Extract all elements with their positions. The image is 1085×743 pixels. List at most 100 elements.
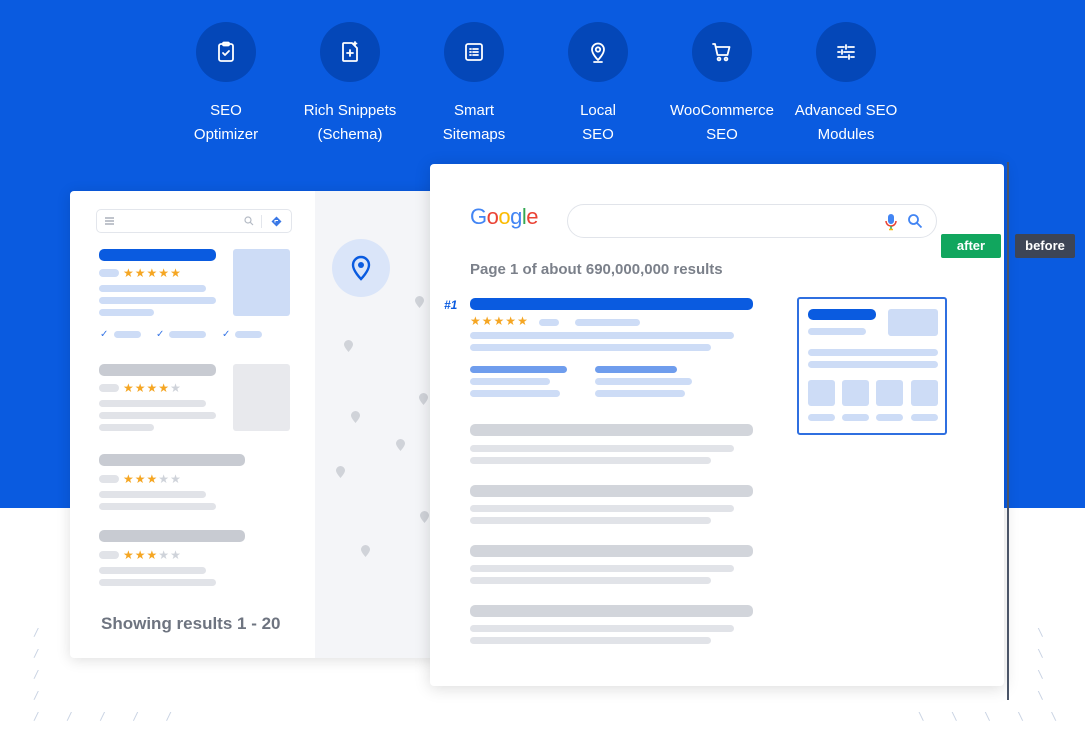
listing-meta	[99, 551, 119, 559]
star-icon: ★	[481, 314, 494, 328]
star-icon: ★	[134, 472, 147, 486]
map-pin-icon	[415, 296, 424, 308]
star-icon: ★	[134, 548, 147, 562]
panel-line	[808, 361, 938, 368]
star-icon: ★	[146, 548, 159, 562]
star-icon: ★	[134, 266, 147, 280]
listing-title[interactable]	[99, 530, 245, 542]
clipboard-check-icon	[196, 22, 256, 82]
sitelink-title[interactable]	[595, 366, 677, 373]
feature-list: SEO Optimizer Rich Snippets (Schema) Sma…	[164, 22, 908, 152]
star-icon: ★	[146, 381, 159, 395]
star-icon: ★	[123, 381, 135, 395]
result-title[interactable]	[470, 485, 753, 497]
star-icon: ★	[158, 548, 171, 562]
listing-title[interactable]	[99, 454, 245, 466]
panel-caption	[911, 414, 938, 421]
listing-thumbnail	[233, 364, 290, 431]
star-icon: ★	[170, 266, 182, 280]
listing-line	[99, 567, 206, 574]
panel-line	[808, 328, 866, 335]
listing-line	[99, 579, 216, 586]
listing-meta	[99, 269, 119, 277]
listing-line	[99, 285, 206, 292]
sliders-icon	[816, 22, 876, 82]
feature-label: SEO Optimizer	[193, 102, 259, 143]
listing-title[interactable]	[99, 364, 216, 376]
directions-icon	[271, 216, 282, 227]
star-icon: ★	[158, 381, 171, 395]
after-toggle[interactable]: after	[941, 234, 1001, 258]
result-snippet-line	[470, 637, 711, 644]
listing-line	[99, 297, 216, 304]
listing-title[interactable]	[99, 249, 216, 261]
check-icon: ✓	[100, 329, 109, 340]
showing-results-text: Showing results 1 - 20	[101, 614, 281, 633]
star-icon: ★	[493, 314, 506, 328]
knowledge-panel[interactable]	[797, 297, 947, 435]
panel-tile	[842, 380, 869, 406]
result-meta	[575, 319, 640, 326]
feature-label: Local SEO	[580, 102, 616, 143]
feature-rich-snippets[interactable]: Rich Snippets (Schema)	[288, 22, 412, 147]
feature-local-seo[interactable]: Local SEO	[536, 22, 660, 147]
map-pin-icon	[351, 411, 360, 423]
feature-label: WooCommerce SEO	[670, 102, 774, 143]
search-icon	[244, 216, 254, 226]
feature-label: Smart Sitemaps	[442, 102, 506, 143]
results-count: Page 1 of about 690,000,000 results	[470, 261, 723, 278]
map-pin-icon	[344, 340, 353, 352]
comparison-slider-handle[interactable]	[1007, 162, 1009, 700]
check-icon: ✓	[222, 329, 231, 340]
panel-image	[888, 309, 938, 336]
result-snippet-line	[470, 565, 734, 572]
listing-feature	[114, 331, 141, 338]
listing-feature	[235, 331, 262, 338]
star-icon: ★	[170, 548, 182, 562]
map-search-input[interactable]	[96, 209, 292, 233]
star-icon: ★	[123, 472, 135, 486]
listing-line	[99, 424, 154, 431]
listing-meta	[99, 384, 119, 392]
star-icon: ★	[146, 472, 159, 486]
sitelink-title[interactable]	[470, 366, 567, 373]
result-title[interactable]	[470, 605, 753, 617]
map-pin-icon	[336, 466, 345, 478]
result-title[interactable]	[470, 545, 753, 557]
listing-line	[99, 309, 154, 316]
sitelink-line	[595, 390, 685, 397]
sitelink-line	[595, 378, 692, 385]
google-search-input[interactable]	[567, 204, 937, 238]
microphone-icon[interactable]	[884, 213, 898, 231]
result-title[interactable]	[470, 298, 753, 310]
sitelink-line	[470, 378, 550, 385]
result-snippet-line	[470, 577, 711, 584]
panel-tile	[911, 380, 938, 406]
star-icon: ★	[158, 266, 171, 280]
panel-tile	[808, 380, 835, 406]
search-icon[interactable]	[907, 213, 923, 229]
star-icon: ★	[505, 314, 518, 328]
sitelink-line	[470, 390, 560, 397]
feature-woocommerce-seo[interactable]: WooCommerce SEO	[660, 22, 784, 147]
map-pin-icon	[396, 439, 405, 451]
before-toggle[interactable]: before	[1015, 234, 1075, 258]
location-pin-icon	[568, 22, 628, 82]
feature-seo-optimizer[interactable]: SEO Optimizer	[164, 22, 288, 147]
result-title[interactable]	[470, 424, 753, 436]
local-listing-card: ★★★★★ ✓ ✓ ✓ ★★★★★ ★★★★★ ★★★★★ Showing re…	[70, 191, 442, 658]
feature-advanced-seo-modules[interactable]: Advanced SEO Modules	[784, 22, 908, 147]
feature-smart-sitemaps[interactable]: Smart Sitemaps	[412, 22, 536, 147]
listing-meta	[99, 475, 119, 483]
star-icon: ★	[470, 314, 482, 328]
rating-stars: ★★★★★	[123, 473, 182, 485]
panel-caption	[842, 414, 869, 421]
panel-caption	[876, 414, 903, 421]
star-icon: ★	[134, 381, 147, 395]
panel-caption	[808, 414, 835, 421]
map-pin-icon	[361, 545, 370, 557]
rating-stars: ★★★★★	[123, 382, 182, 394]
listing-line	[99, 412, 216, 419]
location-pin-icon[interactable]	[332, 239, 390, 297]
result-snippet-line	[470, 505, 734, 512]
